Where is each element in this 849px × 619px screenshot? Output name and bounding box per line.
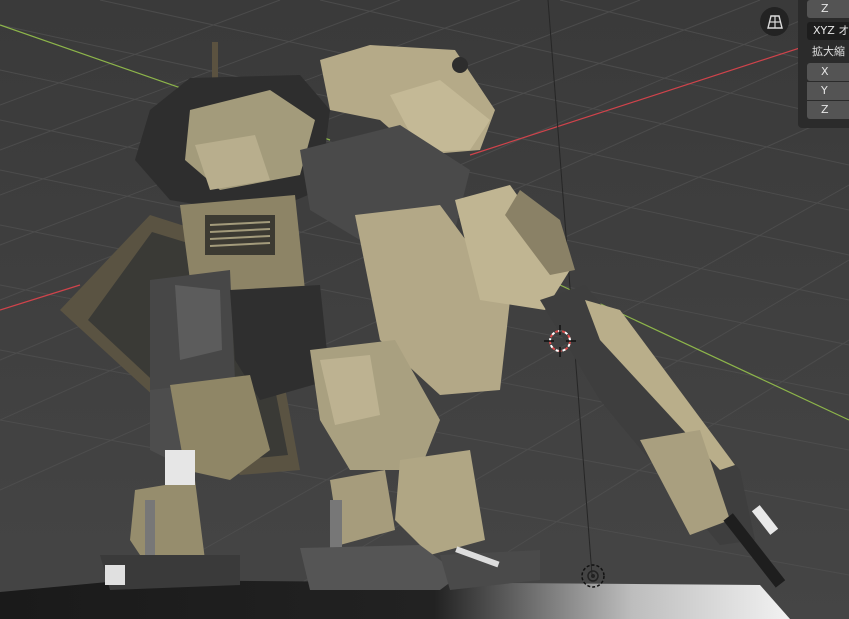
scale-y-field[interactable]: Y [807, 82, 849, 100]
rotation-z-field[interactable]: Z [807, 0, 849, 18]
grid-perspective-icon [766, 14, 783, 29]
grid-perspective-toggle-button[interactable] [760, 7, 789, 36]
rotation-mode-dropdown[interactable]: XYZ オ [807, 22, 849, 40]
3d-viewport[interactable] [0, 0, 849, 619]
scale-z-field[interactable]: Z [807, 101, 849, 119]
scale-x-field[interactable]: X [807, 63, 849, 81]
scale-section-label: 拡大縮 [812, 45, 845, 58]
